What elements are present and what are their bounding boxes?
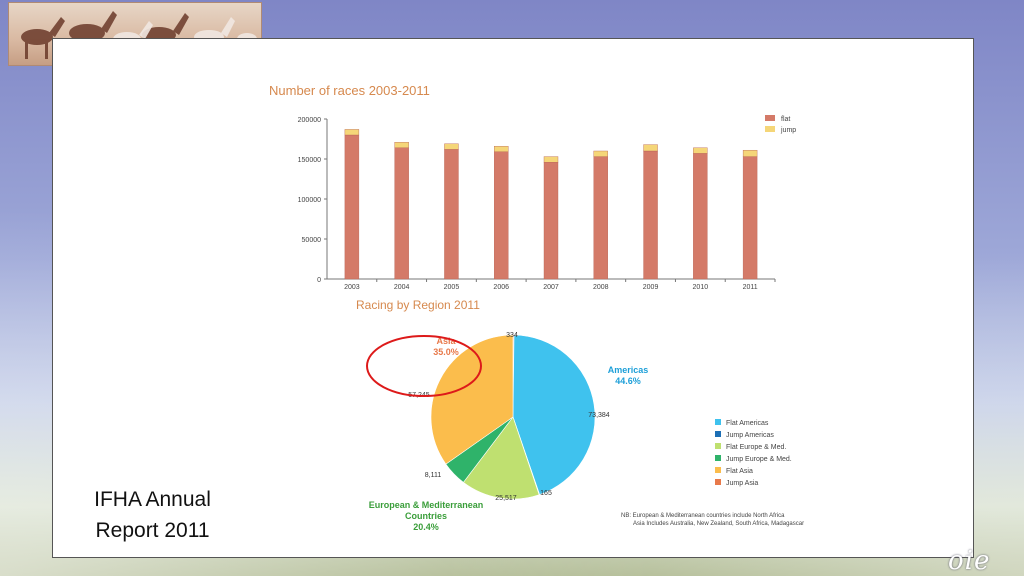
oie-logo: oie xyxy=(948,546,991,576)
bar-chart-title: Number of races 2003-2011 xyxy=(269,83,430,98)
y-tick-label: 200000 xyxy=(298,117,321,124)
bar-jump-2007 xyxy=(543,156,559,163)
pie-legend-label: Flat Asia xyxy=(726,468,753,475)
pie-legend-swatch xyxy=(715,479,721,485)
x-tick-label: 2005 xyxy=(444,284,460,291)
bar-flat-2011 xyxy=(742,156,758,280)
pie-value-label: 25,517 xyxy=(495,495,517,502)
pie-slices xyxy=(430,334,596,500)
americas-region-label: Americas xyxy=(608,365,649,375)
y-tick-label: 150000 xyxy=(298,157,321,164)
bar-jump-2008 xyxy=(593,150,608,157)
bar-flat-2003 xyxy=(344,134,360,280)
x-tick-label: 2009 xyxy=(643,284,659,291)
europe-region-label-line2: Countries xyxy=(405,511,447,521)
pie-value-label: 334 xyxy=(506,332,518,339)
pie-legend: Flat Americas Jump Americas Flat Europe & … xyxy=(715,419,792,487)
slide-caption: IFHA Annual Report 2011 xyxy=(70,484,235,546)
bar-legend: flat jump xyxy=(765,115,796,134)
charts-svg: Number of races 2003-2011 0 50000 100000 15… xyxy=(269,83,804,532)
pie-value-label: 73,384 xyxy=(588,412,610,419)
y-tick-label: 100000 xyxy=(298,197,321,204)
bar-series xyxy=(344,129,758,280)
legend-label-jump: jump xyxy=(780,127,796,134)
pie-value-label: 165 xyxy=(540,490,552,497)
asia-region-percent: 35.0% xyxy=(433,347,459,357)
caption-line-1: IFHA Annual xyxy=(94,488,211,511)
bar-flat-2005 xyxy=(444,149,459,280)
pie-legend-swatch xyxy=(715,455,721,461)
x-tick-label: 2006 xyxy=(493,284,509,291)
pie-legend-label: Flat Americas xyxy=(726,420,769,427)
x-tick-label: 2003 xyxy=(344,284,360,291)
pie-legend-swatch xyxy=(715,443,721,449)
legend-label-flat: flat xyxy=(781,116,790,123)
bar-jump-2009 xyxy=(643,144,658,152)
pie-legend-swatch xyxy=(715,467,721,473)
pie-legend-swatch xyxy=(715,419,721,425)
x-tick-label: 2011 xyxy=(743,284,758,291)
bar-flat-2007 xyxy=(543,161,559,280)
bar-jump-2003 xyxy=(344,129,360,136)
bar-flat-2006 xyxy=(494,151,509,280)
bar-jump-2005 xyxy=(444,143,459,150)
bar-jump-2006 xyxy=(494,145,509,152)
legend-swatch-flat xyxy=(765,115,775,121)
y-tick-label: 50000 xyxy=(302,237,322,244)
bar-flat-2010 xyxy=(693,153,708,280)
pie-value-label: 8,111 xyxy=(425,472,442,479)
pie-legend-label: Jump Asia xyxy=(726,480,758,487)
bar-flat-2004 xyxy=(394,147,409,280)
pie-legend-label: Jump Europe & Med. xyxy=(726,456,792,463)
x-tick-label: 2007 xyxy=(543,284,559,291)
report-image-panel: Number of races 2003-2011 0 50000 100000 15… xyxy=(52,38,974,558)
bar-jump-2010 xyxy=(693,147,708,154)
americas-region-percent: 44.6% xyxy=(615,376,641,386)
x-tick-label: 2004 xyxy=(394,284,410,291)
x-tick-labels: 2003 2004 2005 2006 2007 2008 2009 2010 2011 xyxy=(344,279,776,291)
legend-swatch-jump xyxy=(765,126,775,132)
pie-legend-label: Jump Americas xyxy=(726,432,774,439)
caption-line-2: Report 2011 xyxy=(95,519,210,542)
x-tick-label: 2010 xyxy=(693,284,709,291)
bar-jump-2011 xyxy=(742,149,758,157)
bar-jump-2004 xyxy=(394,141,409,148)
bar-flat-2008 xyxy=(593,156,608,280)
x-tick-label: 2008 xyxy=(593,284,609,291)
pie-legend-label: Flat Europe & Med. xyxy=(726,444,786,451)
pie-legend-swatch xyxy=(715,431,721,437)
pie-note-line2: Asia Includes Australia, New Zealand, So… xyxy=(633,521,804,527)
bar-flat-2009 xyxy=(643,150,658,280)
pie-note-line1: NB: European & Mediterranean countries i… xyxy=(621,513,785,519)
europe-region-percent: 20.4% xyxy=(413,522,439,532)
pie-chart-title: Racing by Region 2011 xyxy=(356,298,480,312)
europe-region-label-line1: European & Mediterranean xyxy=(369,500,484,510)
y-tick-label: 0 xyxy=(317,277,321,284)
y-tick-labels: 0 50000 100000 150000 200000 xyxy=(298,117,327,284)
